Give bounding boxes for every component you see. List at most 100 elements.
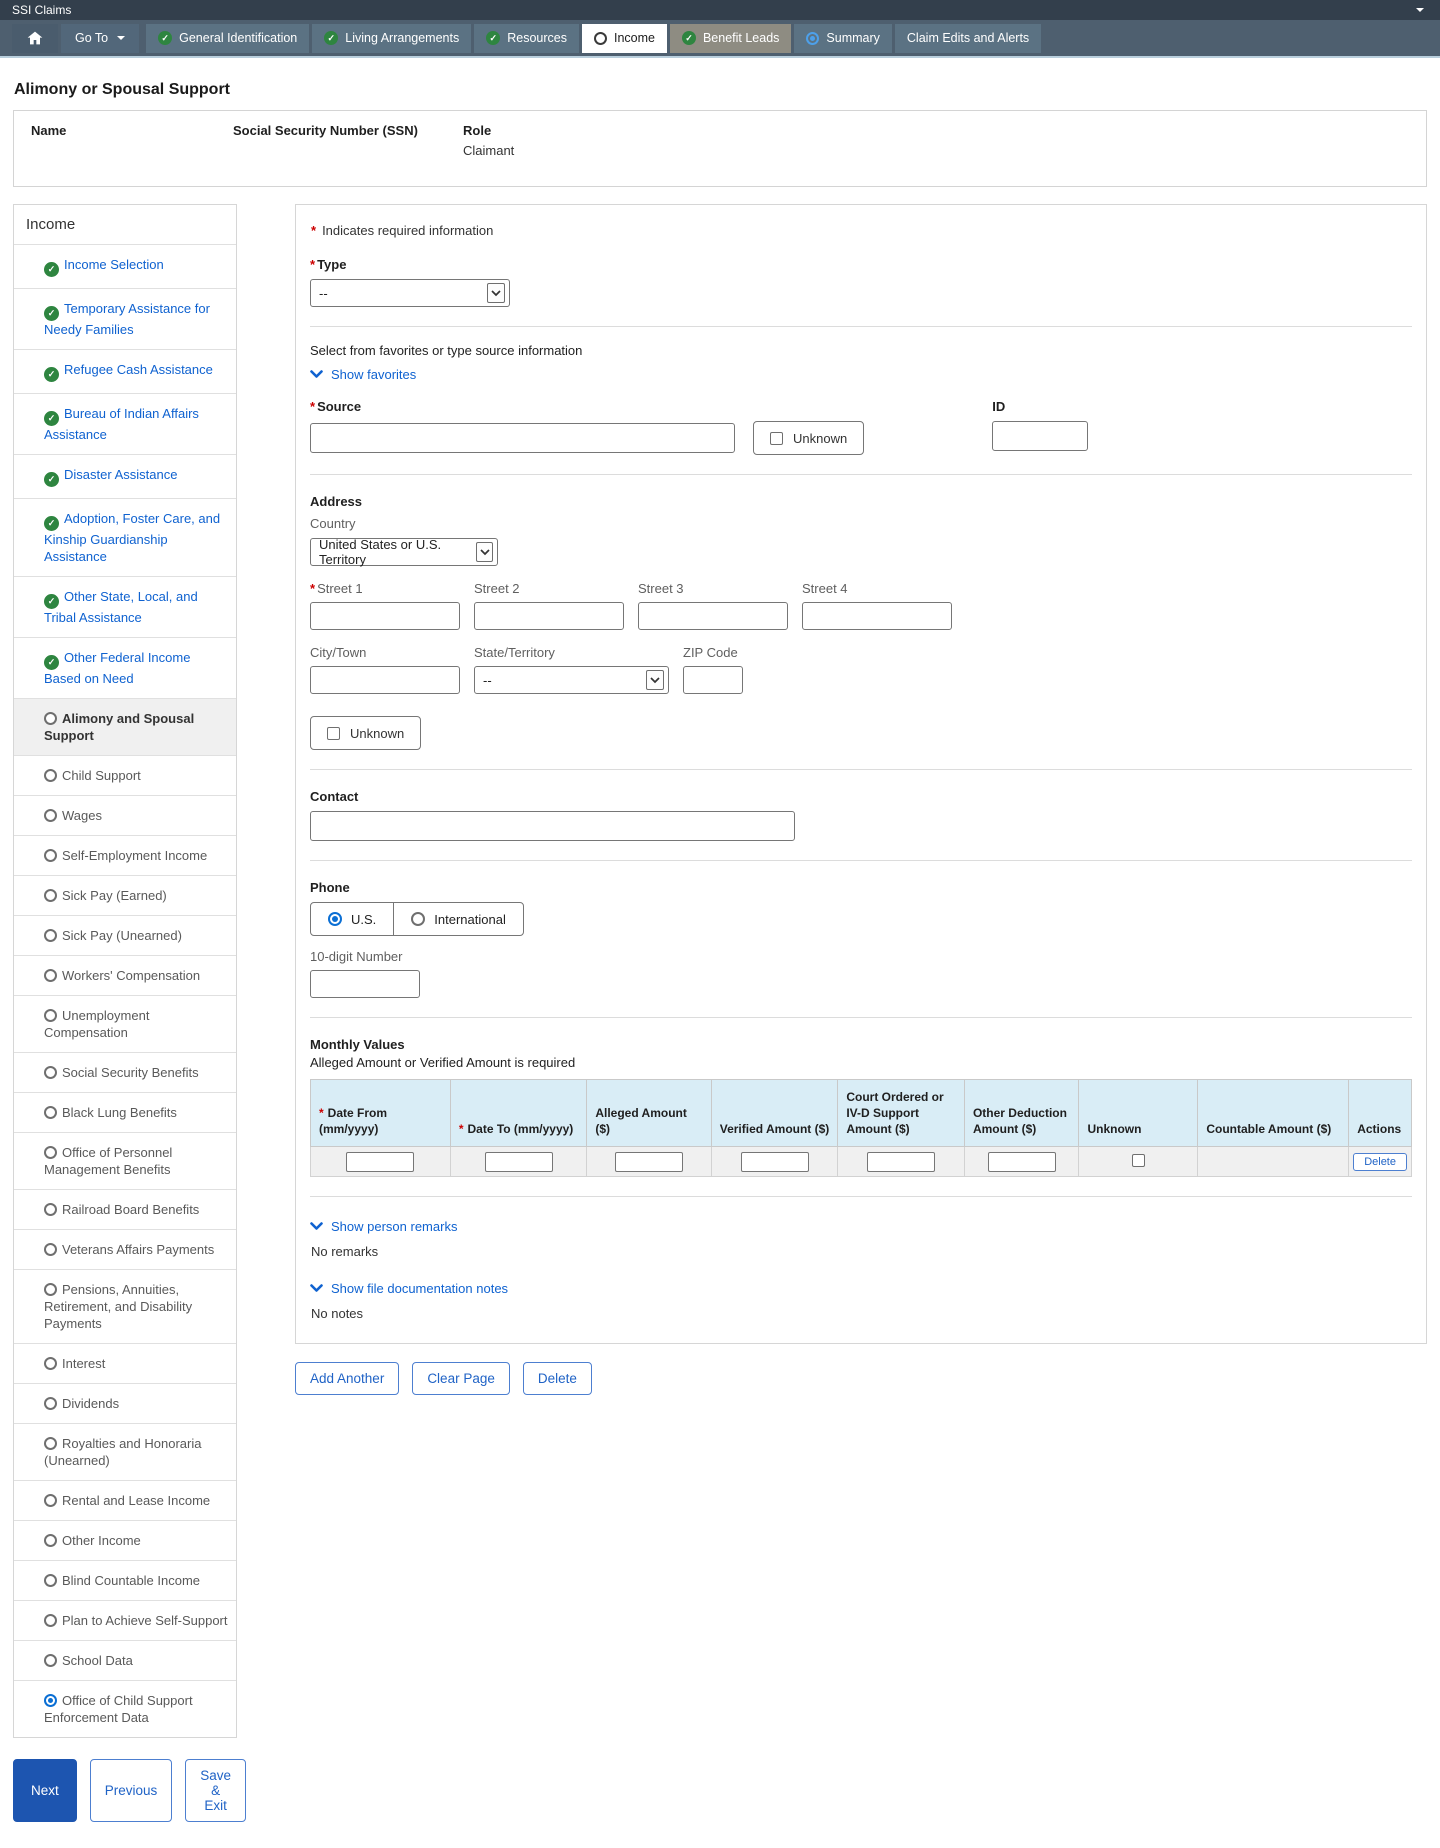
radio-selected-blue-icon bbox=[44, 1694, 57, 1707]
street3-input[interactable] bbox=[638, 602, 788, 630]
sidebar-item[interactable]: Royalties and Honoraria (Unearned) bbox=[14, 1423, 236, 1480]
radio-circle-icon bbox=[44, 1397, 57, 1410]
sidebar-item[interactable]: Rental and Lease Income bbox=[14, 1480, 236, 1520]
id-input[interactable] bbox=[992, 421, 1088, 451]
phone-us-option[interactable]: U.S. bbox=[311, 903, 393, 935]
sidebar-item[interactable]: Veterans Affairs Payments bbox=[14, 1229, 236, 1269]
primary-nav: Go To General Identification Living Arra… bbox=[0, 20, 1440, 58]
zip-input[interactable] bbox=[683, 666, 743, 694]
nav-tab[interactable]: Living Arrangements bbox=[312, 24, 471, 53]
date-to-input[interactable] bbox=[485, 1152, 553, 1172]
nav-tab[interactable]: Claim Edits and Alerts bbox=[895, 24, 1041, 53]
check-circle-icon bbox=[44, 516, 59, 531]
sidebar-item[interactable]: Disaster Assistance bbox=[14, 454, 236, 498]
add-another-button[interactable]: Add Another bbox=[295, 1362, 399, 1395]
court-ordered-amount-input[interactable] bbox=[867, 1152, 935, 1172]
sidebar-item[interactable]: Railroad Board Benefits bbox=[14, 1189, 236, 1229]
show-favorites-link[interactable]: Show favorites bbox=[310, 367, 416, 382]
alleged-amount-input[interactable] bbox=[615, 1152, 683, 1172]
sidebar-item[interactable]: Other Income bbox=[14, 1520, 236, 1560]
street4-input[interactable] bbox=[802, 602, 952, 630]
column-header: Alleged Amount ($) bbox=[587, 1080, 711, 1147]
sidebar-item[interactable]: Other State, Local, and Tribal Assistanc… bbox=[14, 576, 236, 637]
other-deduction-amount-input[interactable] bbox=[988, 1152, 1056, 1172]
show-person-remarks-link[interactable]: Show person remarks bbox=[310, 1219, 457, 1234]
source-unknown-toggle[interactable]: Unknown bbox=[753, 421, 864, 455]
sidebar-item-label: Office of Child Support Enforcement Data bbox=[44, 1693, 193, 1725]
sidebar-item[interactable]: Self-Employment Income bbox=[14, 835, 236, 875]
sidebar-item[interactable]: Other Federal Income Based on Need bbox=[14, 637, 236, 698]
go-to-dropdown[interactable]: Go To bbox=[61, 24, 139, 53]
chevron-down-icon bbox=[310, 1222, 323, 1231]
address-unknown-toggle[interactable]: Unknown bbox=[310, 716, 421, 750]
sidebar-item[interactable]: Office of Personnel Management Benefits bbox=[14, 1132, 236, 1189]
sidebar-item[interactable]: Child Support bbox=[14, 755, 236, 795]
unknown-checkbox[interactable] bbox=[1132, 1154, 1145, 1167]
sidebar-item[interactable]: Refugee Cash Assistance bbox=[14, 349, 236, 393]
sidebar-item[interactable]: Wages bbox=[14, 795, 236, 835]
page-title: Alimony or Spousal Support bbox=[14, 81, 1427, 99]
phone-type-toggle: U.S. International bbox=[310, 902, 524, 936]
row-delete-button[interactable]: Delete bbox=[1353, 1153, 1407, 1171]
sidebar-item[interactable]: Bureau of Indian Affairs Assistance bbox=[14, 393, 236, 454]
country-select-value: United States or U.S. Territory bbox=[319, 537, 476, 567]
nav-tab[interactable]: General Identification bbox=[146, 24, 309, 53]
sidebar-item[interactable]: Dividends bbox=[14, 1383, 236, 1423]
date-from-input[interactable] bbox=[346, 1152, 414, 1172]
home-button[interactable] bbox=[12, 24, 58, 53]
phone-number-input[interactable] bbox=[310, 970, 420, 998]
chevron-down-icon bbox=[310, 370, 323, 379]
sidebar-item[interactable]: Workers' Compensation bbox=[14, 955, 236, 995]
sidebar-item[interactable]: Plan to Achieve Self-Support bbox=[14, 1600, 236, 1640]
state-select[interactable]: -- bbox=[474, 666, 669, 694]
sidebar-item[interactable]: Income Selection bbox=[14, 244, 236, 288]
city-input[interactable] bbox=[310, 666, 460, 694]
home-icon bbox=[27, 31, 43, 45]
nav-tab[interactable]: Resources bbox=[474, 24, 579, 53]
sidebar-item-label: Self-Employment Income bbox=[62, 848, 207, 863]
type-select[interactable]: -- bbox=[310, 279, 510, 307]
nav-tab[interactable]: Benefit Leads bbox=[670, 24, 791, 53]
check-circle-icon bbox=[682, 31, 696, 45]
sidebar-item[interactable]: Social Security Benefits bbox=[14, 1052, 236, 1092]
sidebar-item[interactable]: Interest bbox=[14, 1343, 236, 1383]
ssn-value bbox=[233, 143, 463, 159]
street2-input[interactable] bbox=[474, 602, 624, 630]
save-exit-button[interactable]: Save & Exit bbox=[185, 1759, 246, 1822]
country-select[interactable]: United States or U.S. Territory bbox=[310, 538, 498, 566]
street3-label: Street 3 bbox=[638, 581, 788, 596]
show-file-notes-link[interactable]: Show file documentation notes bbox=[310, 1281, 508, 1296]
sidebar-item[interactable]: Adoption, Foster Care, and Kinship Guard… bbox=[14, 498, 236, 576]
check-circle-icon bbox=[44, 367, 59, 382]
sidebar-item[interactable]: School Data bbox=[14, 1640, 236, 1680]
clear-page-button[interactable]: Clear Page bbox=[412, 1362, 510, 1395]
sidebar-item[interactable]: Sick Pay (Unearned) bbox=[14, 915, 236, 955]
previous-button[interactable]: Previous bbox=[90, 1759, 173, 1822]
nav-tab[interactable]: Income bbox=[582, 24, 667, 53]
sidebar-item[interactable]: Black Lung Benefits bbox=[14, 1092, 236, 1132]
radio-circle-icon bbox=[44, 1066, 57, 1079]
sidebar-item[interactable]: Pensions, Annuities, Retirement, and Dis… bbox=[14, 1269, 236, 1343]
check-circle-icon bbox=[44, 472, 59, 487]
sidebar-item[interactable]: Blind Countable Income bbox=[14, 1560, 236, 1600]
sidebar-item-label: Refugee Cash Assistance bbox=[64, 362, 213, 377]
sidebar-item[interactable]: Unemployment Compensation bbox=[14, 995, 236, 1052]
sidebar-item[interactable]: Temporary Assistance for Needy Families bbox=[14, 288, 236, 349]
verified-amount-input[interactable] bbox=[741, 1152, 809, 1172]
nav-tab[interactable]: Summary bbox=[794, 24, 891, 53]
sidebar-item[interactable]: Sick Pay (Earned) bbox=[14, 875, 236, 915]
type-select-value: -- bbox=[319, 286, 328, 301]
sidebar-item[interactable]: Office of Child Support Enforcement Data bbox=[14, 1680, 236, 1737]
menu-caret-icon[interactable] bbox=[1416, 8, 1424, 16]
source-input[interactable] bbox=[310, 423, 735, 453]
radio-circle-icon bbox=[44, 1357, 57, 1370]
phone-international-option[interactable]: International bbox=[393, 903, 523, 935]
next-button[interactable]: Next bbox=[13, 1759, 77, 1822]
radio-selected-blue-icon bbox=[806, 32, 819, 45]
delete-button[interactable]: Delete bbox=[523, 1362, 592, 1395]
contact-input[interactable] bbox=[310, 811, 795, 841]
radio-circle-icon bbox=[44, 1534, 57, 1547]
street1-input[interactable] bbox=[310, 602, 460, 630]
radio-circle-icon bbox=[44, 1203, 57, 1216]
sidebar-item[interactable]: Alimony and Spousal Support bbox=[14, 698, 236, 755]
